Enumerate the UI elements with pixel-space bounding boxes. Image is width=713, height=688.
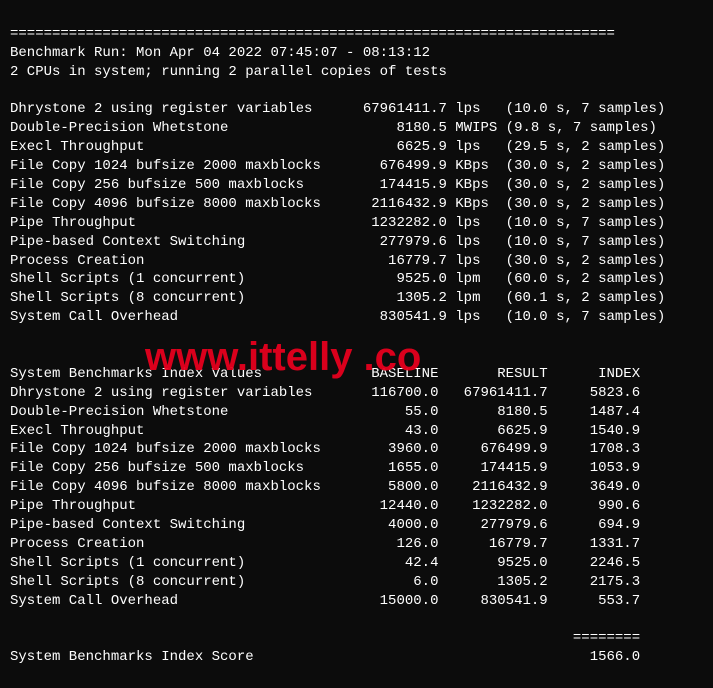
run-header-line1: Benchmark Run: Mon Apr 04 2022 07:45:07 … [10,45,430,61]
index-results-block: System Benchmarks Index Values BASELINE … [10,346,703,610]
hr-sep: ======== [10,630,640,646]
raw-results-block: Dhrystone 2 using register variables 679… [10,100,703,327]
run-header-line2: 2 CPUs in system; running 2 parallel cop… [10,64,447,80]
hr-top: ========================================… [10,26,615,42]
score-line: System Benchmarks Index Score 1566.0 [10,648,703,667]
terminal-output: ========================================… [0,0,713,688]
